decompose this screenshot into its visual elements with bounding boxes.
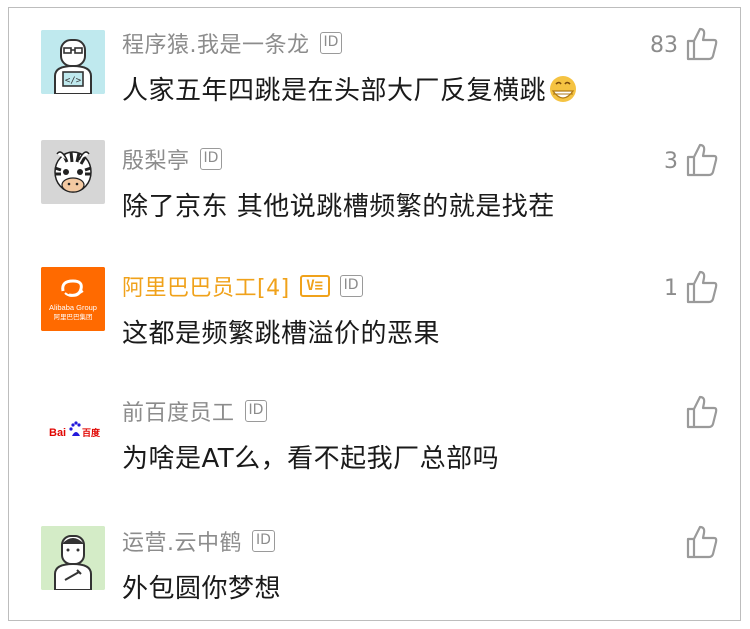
- like-count: 83: [650, 33, 678, 58]
- thumbs-up-icon[interactable]: [684, 142, 720, 178]
- svg-text:Alibaba Group: Alibaba Group: [49, 303, 97, 312]
- comment-item: </> 程序猿.我是一条龙 ID 83 人家五年四跳是在头部大厂反复横跳: [9, 8, 742, 128]
- comment-meta: 运营.云中鹤 ID: [122, 525, 275, 557]
- zebra-avatar[interactable]: [41, 140, 105, 204]
- comment-item: Bai 百度 前百度员工 ID 为啥是AT么，看不起我厂总部吗: [9, 376, 742, 496]
- thumbs-up-icon[interactable]: [684, 26, 720, 62]
- username[interactable]: 程序猿.我是一条龙: [122, 27, 310, 59]
- comment-meta: 殷梨亭 ID: [122, 143, 223, 175]
- programmer-avatar[interactable]: </>: [41, 30, 105, 94]
- username[interactable]: 殷梨亭: [122, 143, 190, 175]
- comment-meta: 阿里巴巴员工[4] V≡ ID: [122, 270, 363, 302]
- id-badge: ID: [199, 148, 223, 170]
- svg-text:百度: 百度: [82, 427, 101, 439]
- svg-text:阿里巴巴集团: 阿里巴巴集团: [54, 312, 93, 321]
- vip-badge: V≡: [299, 275, 330, 297]
- comment-item: Alibaba Group 阿里巴巴集团 阿里巴巴员工[4] V≡ ID 1 这…: [9, 251, 742, 371]
- like-count: 3: [664, 149, 678, 174]
- comment-list: </> 程序猿.我是一条龙 ID 83 人家五年四跳是在头部大厂反复横跳 殷梨亭…: [8, 7, 741, 621]
- comment-item: 殷梨亭 ID 3 除了京东 其他说跳槽频繁的就是找茬: [9, 124, 742, 244]
- comment-meta: 前百度员工 ID: [122, 395, 268, 427]
- id-badge: ID: [339, 275, 363, 297]
- thumbs-up-icon[interactable]: [684, 524, 720, 560]
- comment-item: 运营.云中鹤 ID 外包圆你梦想: [9, 506, 742, 626]
- comment-text: 外包圆你梦想: [122, 574, 282, 604]
- comment-text: 除了京东 其他说跳槽频繁的就是找茬: [122, 192, 555, 222]
- comment-text: 为啥是AT么，看不起我厂总部吗: [122, 444, 500, 474]
- username[interactable]: 运营.云中鹤: [122, 525, 242, 557]
- svg-text:Bai: Bai: [49, 427, 66, 439]
- id-badge: ID: [244, 400, 268, 422]
- operator-avatar[interactable]: [41, 526, 105, 590]
- alibaba-logo-avatar[interactable]: Alibaba Group 阿里巴巴集团: [41, 267, 105, 331]
- username[interactable]: 阿里巴巴员工[4]: [122, 270, 290, 302]
- like-count: 1: [664, 276, 678, 301]
- id-badge: ID: [319, 32, 343, 54]
- username[interactable]: 前百度员工: [122, 395, 235, 427]
- baidu-logo-avatar[interactable]: Bai 百度: [41, 398, 105, 462]
- id-badge: ID: [252, 530, 275, 552]
- comment-text: 这都是频繁跳槽溢价的恶果: [122, 319, 441, 349]
- thumbs-up-icon[interactable]: [684, 394, 720, 430]
- thumbs-up-icon[interactable]: [684, 269, 720, 305]
- comment-meta: 程序猿.我是一条龙 ID: [122, 27, 343, 59]
- comment-text: 人家五年四跳是在头部大厂反复横跳: [122, 70, 578, 107]
- grinning-face-emoji: [548, 75, 578, 103]
- svg-text:</>: </>: [65, 76, 82, 86]
